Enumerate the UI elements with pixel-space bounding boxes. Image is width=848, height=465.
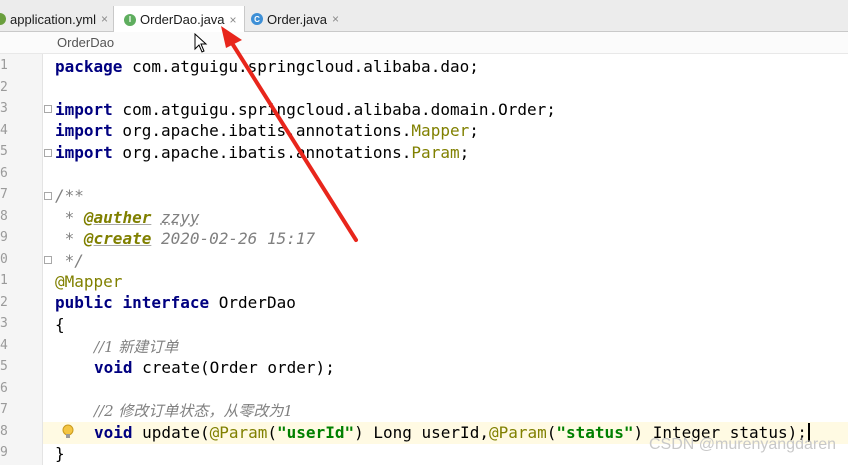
line-number: 0 <box>0 251 8 267</box>
line-number: 2 <box>0 294 8 310</box>
breadcrumb: OrderDao <box>0 32 848 54</box>
tab-label: Order.java <box>267 11 327 27</box>
tab-order-java[interactable]: C Order.java × <box>251 6 351 32</box>
editor-tab-bar: application.yml × I OrderDao.java × C Or… <box>0 0 848 33</box>
line-number: 2 <box>0 79 8 95</box>
line-number: 3 <box>0 101 8 116</box>
fold-marker[interactable] <box>44 256 52 264</box>
close-icon[interactable]: × <box>230 13 237 27</box>
lightbulb-icon[interactable] <box>62 424 74 440</box>
code-line-8: * @auther zzyy <box>55 208 200 227</box>
line-number: 8 <box>0 208 8 224</box>
line-number: 7 <box>0 402 8 417</box>
line-number: 8 <box>0 423 8 439</box>
tab-orderdao-java[interactable]: I OrderDao.java × <box>113 6 245 33</box>
line-number: 9 <box>0 230 8 245</box>
line-number: 4 <box>0 337 8 353</box>
watermark: CSDN @murenyangdaren <box>649 436 836 453</box>
close-icon[interactable]: × <box>101 12 108 26</box>
tab-label: application.yml <box>10 11 96 27</box>
line-number: 1 <box>0 273 8 288</box>
code-line-1: package com.atguigu.springcloud.alibaba.… <box>55 57 479 76</box>
fold-marker[interactable] <box>44 105 52 113</box>
code-line-3: import com.atguigu.springcloud.alibaba.d… <box>55 100 556 119</box>
line-number: 4 <box>0 122 8 138</box>
code-line-12: public interface OrderDao <box>55 293 296 312</box>
code-line-15: void create(Order order); <box>94 358 335 377</box>
yml-file-icon <box>0 13 6 25</box>
class-file-icon: C <box>251 13 263 25</box>
fold-marker[interactable] <box>44 149 52 157</box>
line-number: 5 <box>0 359 8 374</box>
code-line-13: { <box>55 315 65 334</box>
line-number: 6 <box>0 380 8 396</box>
line-number: 6 <box>0 165 8 181</box>
line-number: 9 <box>0 445 8 460</box>
line-number: 5 <box>0 144 8 159</box>
fold-marker[interactable] <box>44 192 52 200</box>
code-line-14: //1 新建订单 <box>94 338 179 356</box>
mouse-pointer-icon <box>194 33 208 53</box>
code-line-19: } <box>55 444 65 463</box>
breadcrumb-item[interactable]: OrderDao <box>57 35 114 50</box>
line-number: 7 <box>0 187 8 202</box>
code-line-11: @Mapper <box>55 272 123 291</box>
code-line-17: //2 修改订单状态，从零改为1 <box>94 402 293 420</box>
code-line-9: * @create 2020-02-26 15:17 <box>55 229 316 248</box>
code-line-10: */ <box>55 251 84 270</box>
line-number: 1 <box>0 58 8 73</box>
close-icon[interactable]: × <box>332 12 339 26</box>
tab-application-yml[interactable]: application.yml × <box>0 6 109 32</box>
tab-label: OrderDao.java <box>140 12 225 27</box>
code-line-5: import org.apache.ibatis.annotations.Par… <box>55 143 470 162</box>
code-line-4: import org.apache.ibatis.annotations.Map… <box>55 121 479 140</box>
code-line-7: /** <box>55 186 84 205</box>
line-number: 3 <box>0 316 8 331</box>
interface-file-icon: I <box>124 13 136 26</box>
